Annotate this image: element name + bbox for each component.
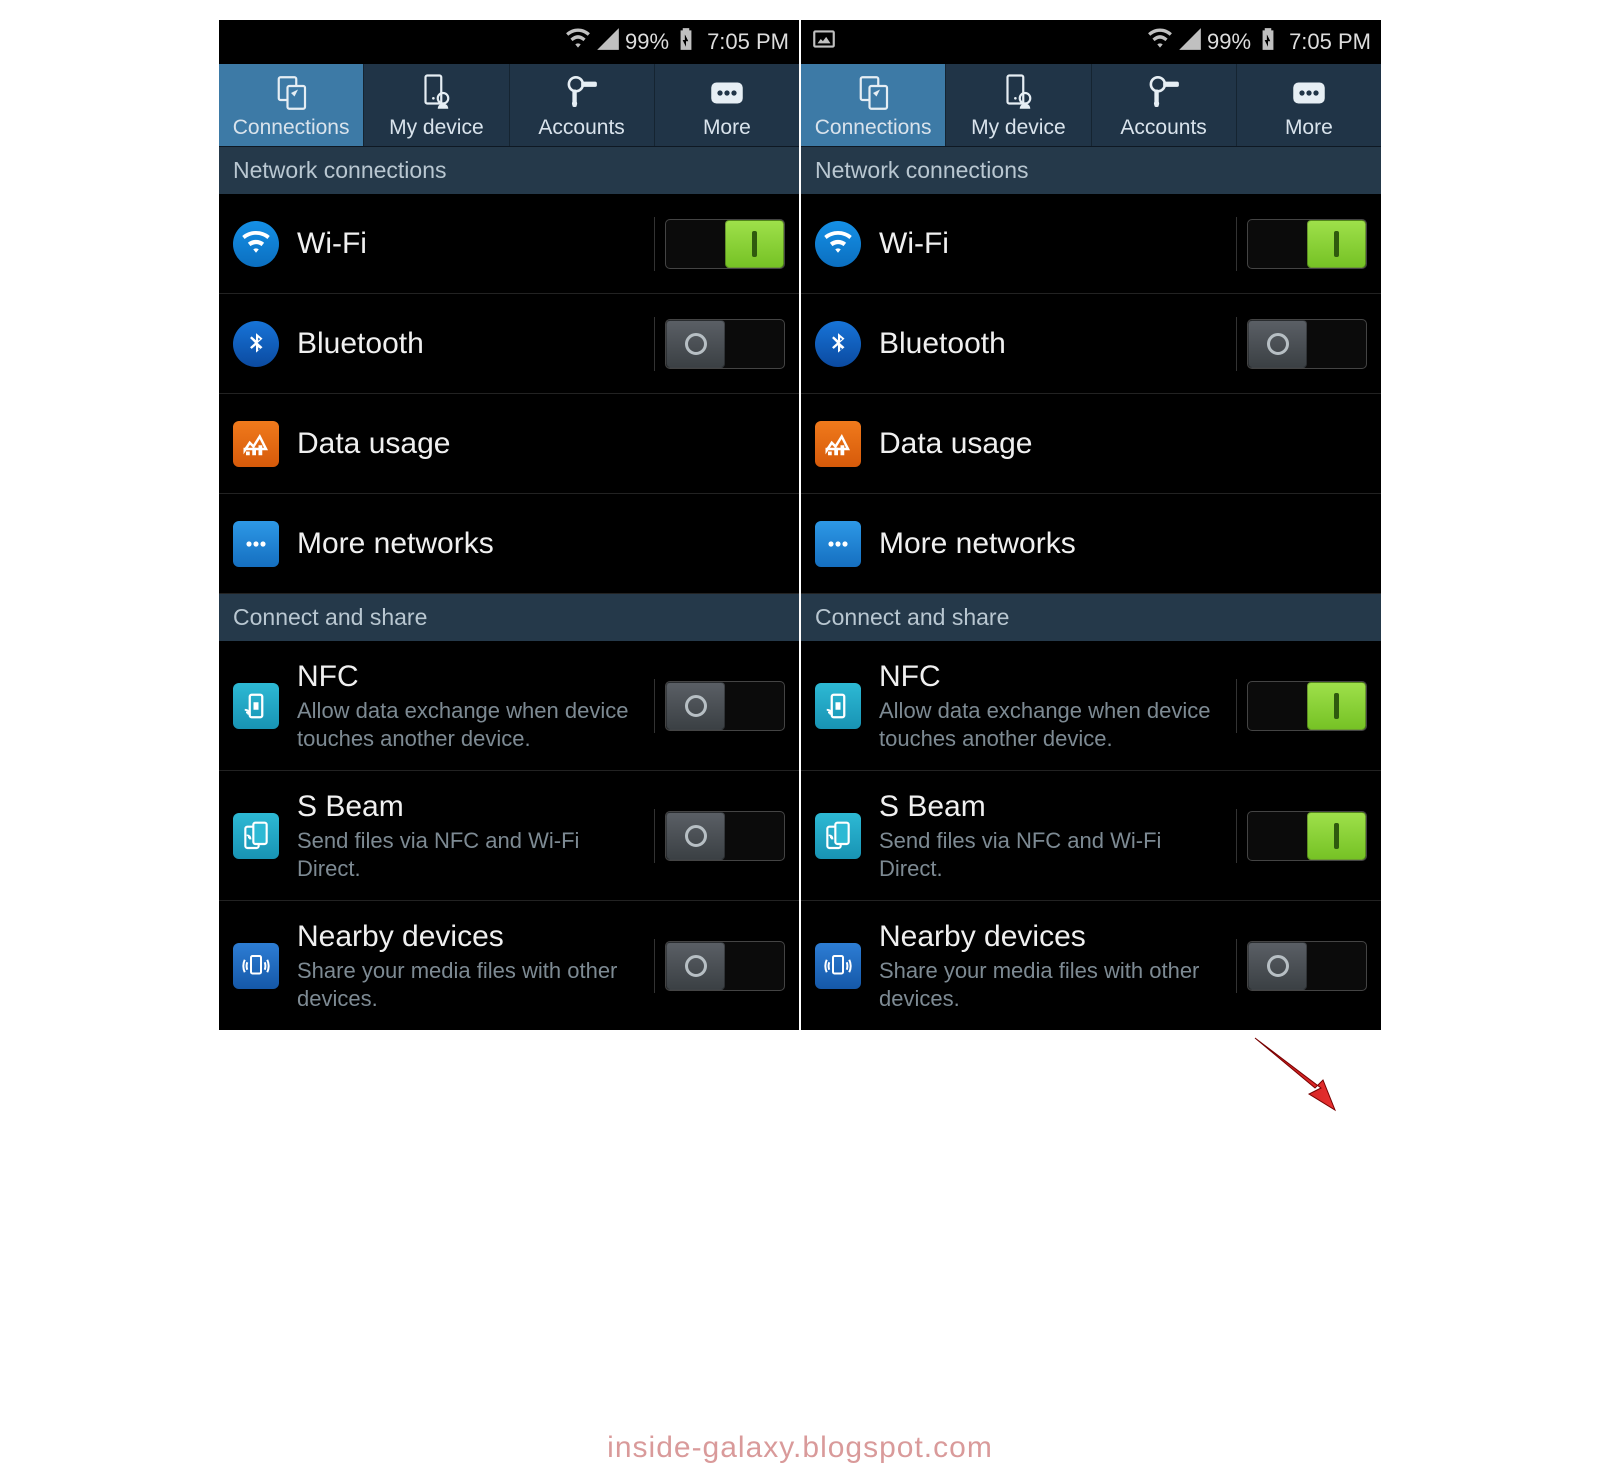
signal-icon bbox=[595, 26, 621, 58]
wifi-title: Wi-Fi bbox=[879, 226, 1226, 262]
toggle-divider bbox=[1236, 317, 1237, 371]
tab-my-device-label: My device bbox=[389, 116, 484, 140]
wifi-title: Wi-Fi bbox=[297, 226, 644, 262]
tab-my-device-label: My device bbox=[971, 116, 1066, 140]
data-usage-title: Data usage bbox=[879, 426, 1367, 462]
nearby-subtitle: Share your media files with other device… bbox=[297, 957, 644, 1012]
sbeam-subtitle: Send files via NFC and Wi-Fi Direct. bbox=[297, 827, 644, 882]
nearby-title: Nearby devices bbox=[879, 919, 1226, 955]
sbeam-toggle[interactable] bbox=[1247, 811, 1367, 861]
tab-accounts-label: Accounts bbox=[538, 116, 624, 140]
bluetooth-toggle[interactable] bbox=[665, 319, 785, 369]
more-networks-title: More networks bbox=[879, 526, 1367, 562]
bluetooth-title: Bluetooth bbox=[297, 326, 644, 362]
row-nearby-devices[interactable]: Nearby devices Share your media files wi… bbox=[219, 901, 799, 1030]
toggle-divider bbox=[654, 939, 655, 993]
row-sbeam[interactable]: S Beam Send files via NFC and Wi-Fi Dire… bbox=[801, 771, 1381, 901]
tab-my-device[interactable]: My device bbox=[946, 64, 1091, 146]
tab-my-device[interactable]: My device bbox=[364, 64, 509, 146]
nfc-toggle[interactable] bbox=[1247, 681, 1367, 731]
status-bar: 99% 7:05 PM bbox=[801, 20, 1381, 64]
clock: 7:05 PM bbox=[1289, 29, 1371, 55]
phone-screen-1: 99% 7:05 PM Connections My device Accoun… bbox=[801, 20, 1381, 1030]
nearby-toggle[interactable] bbox=[665, 941, 785, 991]
row-more-networks[interactable]: More networks bbox=[801, 494, 1381, 594]
nearby-subtitle: Share your media files with other device… bbox=[879, 957, 1226, 1012]
phone-screen-0: 99% 7:05 PM Connections My device Accoun… bbox=[219, 20, 799, 1030]
clock: 7:05 PM bbox=[707, 29, 789, 55]
tab-accounts[interactable]: Accounts bbox=[1092, 64, 1237, 146]
status-bar: 99% 7:05 PM bbox=[219, 20, 799, 64]
nearby-toggle[interactable] bbox=[1247, 941, 1367, 991]
row-wifi[interactable]: Wi-Fi bbox=[219, 194, 799, 294]
nfc-title: NFC bbox=[297, 659, 644, 695]
toggle-divider bbox=[1236, 217, 1237, 271]
row-nearby-devices[interactable]: Nearby devices Share your media files wi… bbox=[801, 901, 1381, 1030]
nearby-title: Nearby devices bbox=[297, 919, 644, 955]
nfc-subtitle: Allow data exchange when device touches … bbox=[297, 697, 644, 752]
bluetooth-title: Bluetooth bbox=[879, 326, 1226, 362]
tab-more-label: More bbox=[1285, 116, 1333, 140]
section-connect-share: Connect and share bbox=[801, 594, 1381, 641]
sbeam-title: S Beam bbox=[879, 789, 1226, 825]
nfc-subtitle: Allow data exchange when device touches … bbox=[879, 697, 1226, 752]
battery-percent: 99% bbox=[625, 29, 669, 55]
annotation-arrow bbox=[1243, 1032, 1343, 1112]
bluetooth-toggle[interactable] bbox=[1247, 319, 1367, 369]
section-connect-share: Connect and share bbox=[219, 594, 799, 641]
signal-icon bbox=[1177, 26, 1203, 58]
tab-connections-label: Connections bbox=[233, 116, 350, 140]
settings-tabs: Connections My device Accounts More bbox=[219, 64, 799, 147]
toggle-divider bbox=[1236, 679, 1237, 733]
toggle-divider bbox=[654, 809, 655, 863]
wifi-toggle[interactable] bbox=[665, 219, 785, 269]
row-nfc[interactable]: NFC Allow data exchange when device touc… bbox=[219, 641, 799, 771]
toggle-divider bbox=[1236, 939, 1237, 993]
sbeam-toggle[interactable] bbox=[665, 811, 785, 861]
wifi-status-icon bbox=[1147, 26, 1173, 58]
row-more-networks[interactable]: More networks bbox=[219, 494, 799, 594]
tab-accounts[interactable]: Accounts bbox=[510, 64, 655, 146]
row-bluetooth[interactable]: Bluetooth bbox=[219, 294, 799, 394]
toggle-divider bbox=[654, 317, 655, 371]
row-bluetooth[interactable]: Bluetooth bbox=[801, 294, 1381, 394]
section-network-connections: Network connections bbox=[801, 147, 1381, 194]
data-usage-title: Data usage bbox=[297, 426, 785, 462]
row-data-usage[interactable]: Data usage bbox=[801, 394, 1381, 494]
toggle-divider bbox=[1236, 809, 1237, 863]
tab-connections[interactable]: Connections bbox=[219, 64, 364, 146]
wifi-toggle[interactable] bbox=[1247, 219, 1367, 269]
tab-connections-label: Connections bbox=[815, 116, 932, 140]
wifi-status-icon bbox=[565, 26, 591, 58]
battery-percent: 99% bbox=[1207, 29, 1251, 55]
row-data-usage[interactable]: Data usage bbox=[219, 394, 799, 494]
row-wifi[interactable]: Wi-Fi bbox=[801, 194, 1381, 294]
picture-icon bbox=[811, 26, 837, 58]
battery-icon bbox=[673, 26, 699, 58]
more-networks-title: More networks bbox=[297, 526, 785, 562]
tab-more-label: More bbox=[703, 116, 751, 140]
sbeam-title: S Beam bbox=[297, 789, 644, 825]
toggle-divider bbox=[654, 679, 655, 733]
toggle-divider bbox=[654, 217, 655, 271]
watermark: inside-galaxy.blogspot.com bbox=[607, 1431, 993, 1465]
settings-tabs: Connections My device Accounts More bbox=[801, 64, 1381, 147]
section-network-connections: Network connections bbox=[219, 147, 799, 194]
tab-connections[interactable]: Connections bbox=[801, 64, 946, 146]
nfc-title: NFC bbox=[879, 659, 1226, 695]
row-nfc[interactable]: NFC Allow data exchange when device touc… bbox=[801, 641, 1381, 771]
tab-accounts-label: Accounts bbox=[1120, 116, 1206, 140]
row-sbeam[interactable]: S Beam Send files via NFC and Wi-Fi Dire… bbox=[219, 771, 799, 901]
tab-more[interactable]: More bbox=[655, 64, 799, 146]
tab-more[interactable]: More bbox=[1237, 64, 1381, 146]
nfc-toggle[interactable] bbox=[665, 681, 785, 731]
battery-icon bbox=[1255, 26, 1281, 58]
sbeam-subtitle: Send files via NFC and Wi-Fi Direct. bbox=[879, 827, 1226, 882]
